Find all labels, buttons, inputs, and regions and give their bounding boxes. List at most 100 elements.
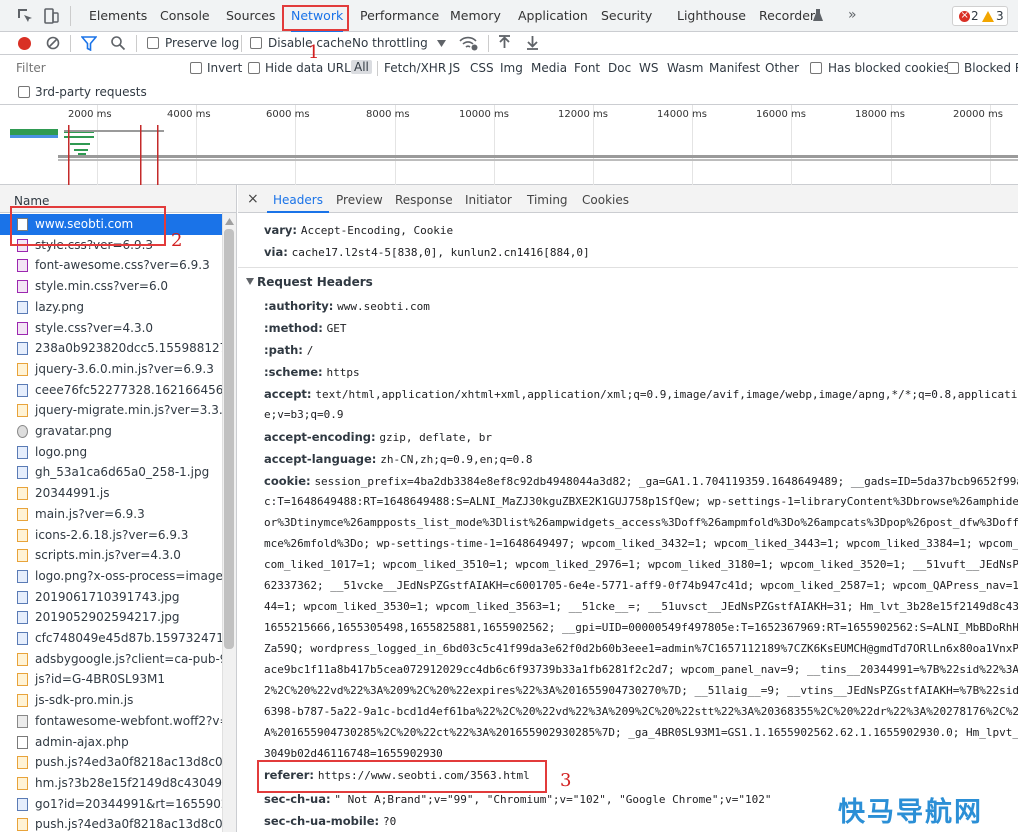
type-filter-ws[interactable]: WS: [639, 61, 658, 75]
type-filter-fetch-xhr[interactable]: Fetch/XHR: [384, 61, 446, 75]
tab-cookies[interactable]: Cookies: [582, 193, 629, 207]
throttling-select[interactable]: No throttling: [352, 36, 428, 50]
tab-divider: [70, 6, 71, 26]
request-row[interactable]: 2019052902594217.jpg: [0, 607, 222, 628]
img-file-icon: [17, 445, 28, 459]
inspect-element-icon[interactable]: [16, 7, 34, 25]
tab-timing[interactable]: Timing: [527, 193, 568, 207]
request-header-sec-ch-ua: sec-ch-ua: " Not A;Brand";v="99", "Chrom…: [264, 792, 772, 806]
tab-security[interactable]: Security: [601, 0, 652, 32]
request-row[interactable]: admin-ajax.php: [0, 732, 222, 753]
request-row[interactable]: 238a0b923820dcc5.1559881277.jpg: [0, 338, 222, 359]
has-blocked-cookies-checkbox[interactable]: [810, 62, 822, 74]
type-filter-wasm[interactable]: Wasm: [667, 61, 703, 75]
request-row[interactable]: lazy.png: [0, 297, 222, 318]
scrollbar-thumb[interactable]: [224, 229, 234, 649]
record-button[interactable]: [18, 37, 31, 50]
request-row[interactable]: gh_53a1ca6d65a0_258-1.jpg: [0, 462, 222, 483]
request-row[interactable]: gravatar.png: [0, 421, 222, 442]
request-headers-section[interactable]: Request Headers: [246, 275, 373, 289]
tab-response[interactable]: Response: [395, 193, 453, 207]
request-name: icons-2.6.18.js?ver=6.9.3: [35, 527, 189, 542]
scroll-up-icon[interactable]: [225, 218, 234, 225]
request-row[interactable]: jquery-3.6.0.min.js?ver=6.9.3: [0, 359, 222, 380]
request-row[interactable]: ceee76fc52277328.1621664564.jpg: [0, 380, 222, 401]
search-icon[interactable]: [110, 35, 126, 51]
request-name: js?id=G-4BR0SL93M1: [35, 672, 165, 687]
css-file-icon: [17, 321, 28, 335]
device-toolbar-icon[interactable]: [42, 7, 60, 25]
tab-elements[interactable]: Elements: [89, 0, 147, 32]
preserve-log-checkbox[interactable]: [147, 37, 159, 49]
filter-input[interactable]: [10, 58, 180, 78]
network-overview[interactable]: 2000 ms 4000 ms 6000 ms 8000 ms 10000 ms…: [0, 105, 1018, 185]
request-row[interactable]: font-awesome.css?ver=6.9.3: [0, 255, 222, 276]
request-row[interactable]: adsbygoogle.js?client=ca-pub-951: [0, 649, 222, 670]
request-row[interactable]: go1?id=20344991&rt=1655902937: [0, 794, 222, 815]
type-filter-font[interactable]: Font: [574, 61, 600, 75]
request-list: Name www.seobti.com style.css?ver=6.9.3 fo…: [0, 185, 237, 832]
cookie-line: 3049b02d46116748=1655902930: [264, 747, 443, 760]
request-header-path: :path: /: [264, 343, 314, 357]
request-row[interactable]: scripts.min.js?ver=4.3.0: [0, 545, 222, 566]
disable-cache-checkbox[interactable]: [250, 37, 262, 49]
third-party-checkbox[interactable]: [18, 86, 30, 98]
network-conditions-icon[interactable]: [459, 35, 479, 52]
tab-initiator[interactable]: Initiator: [465, 193, 512, 207]
request-row[interactable]: style.css?ver=4.3.0: [0, 318, 222, 339]
type-filter-css[interactable]: CSS: [470, 61, 494, 75]
tab-performance[interactable]: Performance: [360, 0, 439, 32]
request-row[interactable]: main.js?ver=6.9.3: [0, 504, 222, 525]
request-row[interactable]: push.js?4ed3a0f8218ac13d8c07c3c: [0, 752, 222, 773]
third-party-row: 3rd-party requests: [0, 81, 1018, 105]
warning-count: 3: [996, 9, 1004, 23]
filter-icon[interactable]: [81, 36, 97, 51]
request-name: ceee76fc52277328.1621664564.jpg: [35, 382, 222, 397]
import-har-icon[interactable]: [498, 35, 511, 51]
type-filter-manifest[interactable]: Manifest: [709, 61, 760, 75]
type-filter-other[interactable]: Other: [765, 61, 799, 75]
tab-memory[interactable]: Memory: [450, 0, 501, 32]
tab-application[interactable]: Application: [518, 0, 588, 32]
type-filter-media[interactable]: Media: [531, 61, 567, 75]
request-row[interactable]: js-sdk-pro.min.js: [0, 690, 222, 711]
request-row[interactable]: style.min.css?ver=6.0: [0, 276, 222, 297]
close-detail-icon[interactable]: ×: [247, 191, 259, 207]
type-filter-img[interactable]: Img: [500, 61, 523, 75]
request-name: go1?id=20344991&rt=1655902937: [35, 796, 222, 811]
toolbar-divider: [70, 35, 71, 52]
js-file-icon: [17, 756, 28, 770]
request-row[interactable]: 2019061710391743.jpg: [0, 587, 222, 608]
request-row[interactable]: jquery-migrate.min.js?ver=3.3.2: [0, 400, 222, 421]
type-filter-js[interactable]: JS: [449, 61, 460, 75]
img-file-icon: [17, 383, 28, 397]
type-filter-all[interactable]: All: [351, 60, 372, 74]
tab-console[interactable]: Console: [160, 0, 210, 32]
type-filter-doc[interactable]: Doc: [608, 61, 631, 75]
request-row[interactable]: js?id=G-4BR0SL93M1: [0, 669, 222, 690]
request-row[interactable]: fontawesome-webfont.woff2?v=4.7: [0, 711, 222, 732]
tab-recorder[interactable]: Recorder: [759, 0, 815, 32]
request-name: admin-ajax.php: [35, 734, 129, 749]
request-row[interactable]: cfc748049e45d87b.1597324710.jpg: [0, 628, 222, 649]
tab-lighthouse[interactable]: Lighthouse: [677, 0, 746, 32]
request-row[interactable]: logo.png: [0, 442, 222, 463]
request-row[interactable]: push.js?4ed3a0f8218ac13d8c07c3c: [0, 814, 222, 832]
issues-counter[interactable]: 2 3: [952, 6, 1008, 26]
request-row[interactable]: hm.js?3b28e15f2149d8c43049b02c: [0, 773, 222, 794]
tab-headers[interactable]: Headers: [267, 193, 329, 213]
tab-sources[interactable]: Sources: [226, 0, 275, 32]
export-har-icon[interactable]: [526, 35, 539, 51]
hide-data-urls-checkbox[interactable]: [248, 62, 260, 74]
more-tabs-icon[interactable]: »: [848, 7, 857, 23]
request-name: style.css?ver=4.3.0: [35, 320, 154, 335]
tab-preview[interactable]: Preview: [336, 193, 383, 207]
blocked-requests-checkbox[interactable]: [947, 62, 959, 74]
chevron-down-icon[interactable]: [437, 40, 446, 47]
clear-icon[interactable]: [46, 36, 60, 50]
response-header-via: via: cache17.l2st4-5[838,0], kunlun2.cn1…: [264, 245, 590, 259]
request-row[interactable]: 20344991.js: [0, 483, 222, 504]
request-row[interactable]: icons-2.6.18.js?ver=6.9.3: [0, 525, 222, 546]
request-row[interactable]: logo.png?x-oss-process=image%2I: [0, 566, 222, 587]
invert-checkbox[interactable]: [190, 62, 202, 74]
